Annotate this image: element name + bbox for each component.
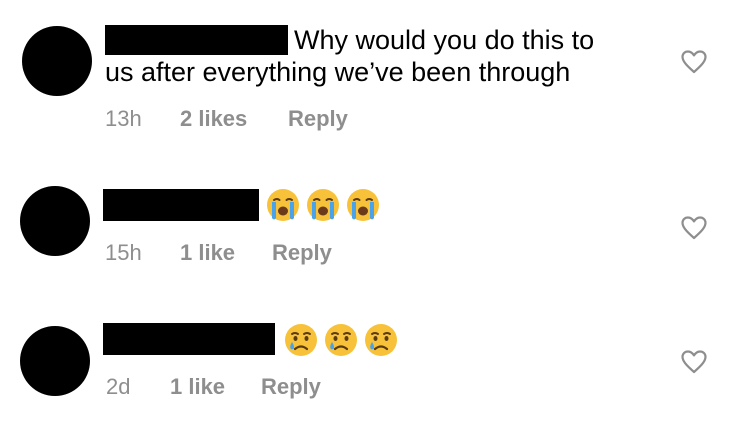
redacted-username[interactable] — [103, 189, 259, 221]
avatar[interactable] — [20, 326, 90, 396]
comment-timestamp: 13h — [105, 106, 142, 131]
comment-timestamp: 15h — [105, 240, 142, 265]
loudly-crying-face-icon — [307, 189, 339, 221]
crying-face-icon — [365, 324, 397, 356]
crying-face-icon — [285, 324, 317, 356]
emoji-row — [266, 188, 380, 222]
heart-icon[interactable] — [681, 216, 707, 240]
redacted-username[interactable] — [103, 323, 275, 355]
crying-face-icon — [325, 324, 357, 356]
emoji-row — [284, 323, 398, 357]
comment-3: 2d 1 like Reply — [0, 280, 749, 422]
reply-button[interactable]: Reply — [288, 106, 348, 132]
heart-icon[interactable] — [681, 50, 707, 74]
comment-timestamp: 2d — [106, 374, 131, 399]
loudly-crying-face-icon — [347, 189, 379, 221]
likes-count[interactable]: 1 like — [180, 240, 235, 266]
avatar[interactable] — [22, 26, 92, 96]
likes-count[interactable]: 2 likes — [180, 106, 247, 132]
comment-1: Why would you do this to us after everyt… — [0, 0, 749, 150]
heart-icon[interactable] — [681, 350, 707, 374]
loudly-crying-face-icon — [267, 189, 299, 221]
redacted-username[interactable] — [105, 25, 288, 55]
comment-2: 15h 1 like Reply — [0, 150, 749, 280]
likes-count[interactable]: 1 like — [170, 374, 225, 400]
comment-text-line-2: us after everything we’ve been through — [105, 57, 571, 87]
avatar[interactable] — [20, 186, 90, 256]
reply-button[interactable]: Reply — [261, 374, 321, 400]
comment-text-line-1: Why would you do this to — [294, 25, 595, 55]
reply-button[interactable]: Reply — [272, 240, 332, 266]
